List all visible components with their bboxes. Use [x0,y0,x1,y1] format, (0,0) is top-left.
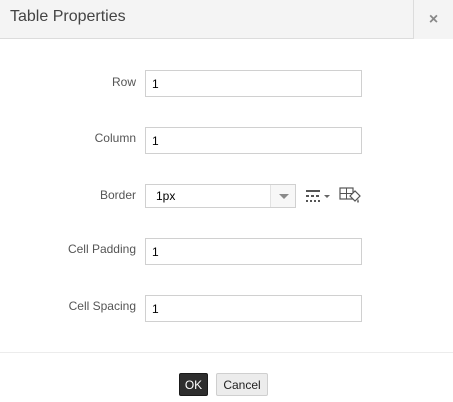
table-properties-dialog: Table Properties × Row Column Border 1px… [0,0,453,402]
footer-divider [0,352,453,353]
cancel-button[interactable]: Cancel [216,373,268,396]
column-input[interactable] [145,127,362,154]
ok-button[interactable]: OK [179,373,208,396]
row-label: Row [111,75,136,89]
border-style-icon[interactable] [306,189,332,203]
border-label: Border [99,188,136,202]
chevron-down-icon[interactable] [270,185,295,207]
close-icon: × [428,10,439,28]
dialog-title-bar: Table Properties × [0,0,453,39]
border-width-select[interactable]: 1px [145,184,296,208]
cell-padding-label: Cell Padding [67,242,136,256]
cell-spacing-input[interactable] [145,295,362,322]
border-width-value: 1px [156,189,176,203]
dialog-title: Table Properties [10,8,126,25]
close-button[interactable]: × [413,0,453,39]
cell-spacing-label: Cell Spacing [68,299,136,313]
column-label: Column [94,131,136,145]
cell-padding-input[interactable] [145,238,362,265]
row-input[interactable] [145,70,362,97]
border-color-fill-icon[interactable] [339,187,361,204]
